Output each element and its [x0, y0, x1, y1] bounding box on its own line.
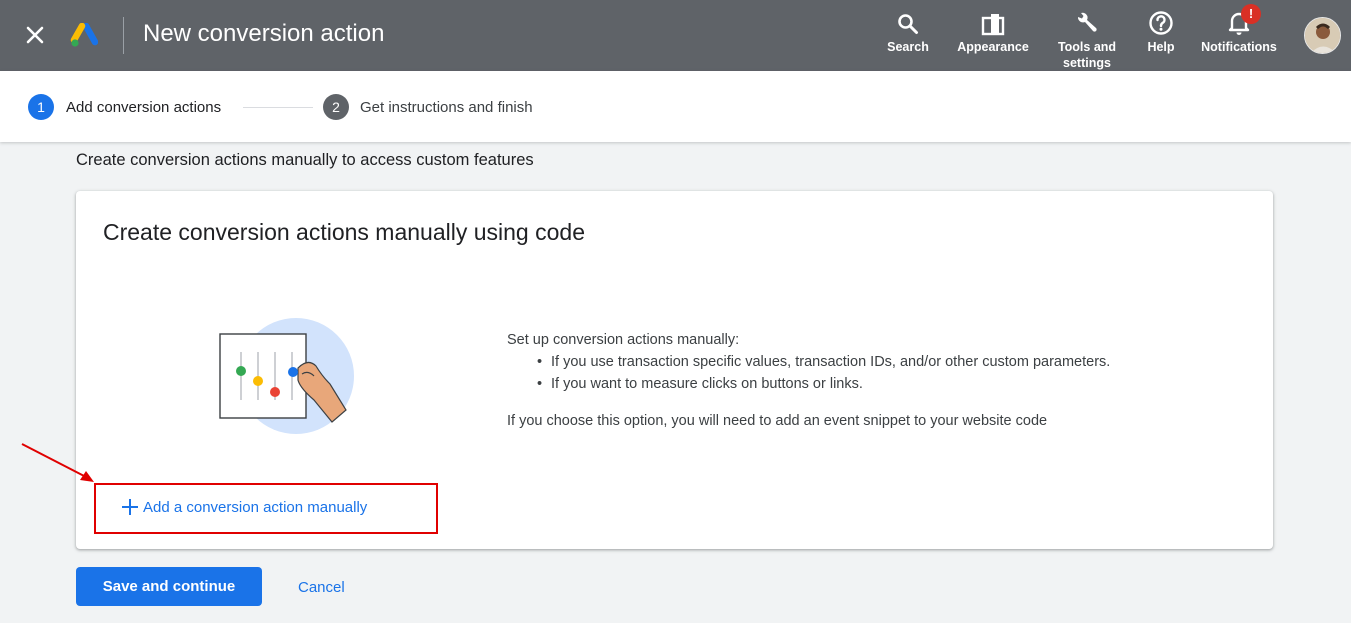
search-tool-label: Search	[887, 40, 929, 54]
annotation-highlight-box	[94, 483, 438, 534]
card-description: Set up conversion actions manually: If y…	[507, 329, 1110, 432]
card-title: Create conversion actions manually using…	[103, 219, 585, 245]
appearance-tool-button[interactable]: Appearance	[948, 8, 1038, 55]
step-2-number: 2	[323, 94, 349, 120]
avatar[interactable]	[1304, 17, 1341, 54]
section-heading: Create conversion actions manually to ac…	[76, 151, 534, 169]
notification-badge: !	[1241, 4, 1261, 24]
top-app-bar: New conversion action Search Appearance …	[0, 0, 1351, 71]
notifications-button[interactable]: ! Notifications	[1193, 4, 1285, 55]
notifications-label: Notifications	[1201, 40, 1277, 54]
tools-settings-button[interactable]: Tools and settings	[1050, 8, 1124, 71]
bell-icon	[1193, 8, 1285, 36]
step-1-label: Add conversion actions	[66, 99, 222, 116]
header-divider	[123, 17, 124, 54]
description-note: If you choose this option, you will need…	[507, 413, 1048, 429]
description-intro: Set up conversion actions manually:	[507, 332, 740, 348]
save-and-continue-button[interactable]: Save and continue	[76, 567, 262, 606]
close-icon[interactable]	[22, 22, 48, 48]
search-icon	[878, 8, 938, 36]
description-list: If you use transaction specific values, …	[537, 351, 1110, 395]
search-tool-button[interactable]: Search	[878, 8, 938, 55]
step-2-label: Get instructions and finish	[360, 99, 533, 116]
help-button[interactable]: Help	[1138, 8, 1184, 55]
appearance-icon	[948, 8, 1038, 36]
list-item: If you use transaction specific values, …	[537, 351, 1110, 373]
help-label: Help	[1147, 40, 1175, 54]
list-item: If you want to measure clicks on buttons…	[537, 373, 1110, 395]
step-connector	[243, 107, 313, 108]
cancel-button[interactable]: Cancel	[298, 579, 345, 596]
tools-settings-label: Tools and settings	[1057, 40, 1117, 70]
help-icon	[1138, 8, 1184, 36]
annotation-arrow-icon	[21, 443, 94, 482]
step-1-number: 1	[28, 94, 54, 120]
stepper: 1 Add conversion actions 2 Get instructi…	[0, 71, 1351, 142]
wrench-icon	[1050, 8, 1124, 36]
page-title: New conversion action	[143, 20, 385, 47]
google-ads-logo	[70, 22, 99, 49]
appearance-tool-label: Appearance	[957, 40, 1029, 54]
sliders-illustration	[218, 318, 358, 438]
